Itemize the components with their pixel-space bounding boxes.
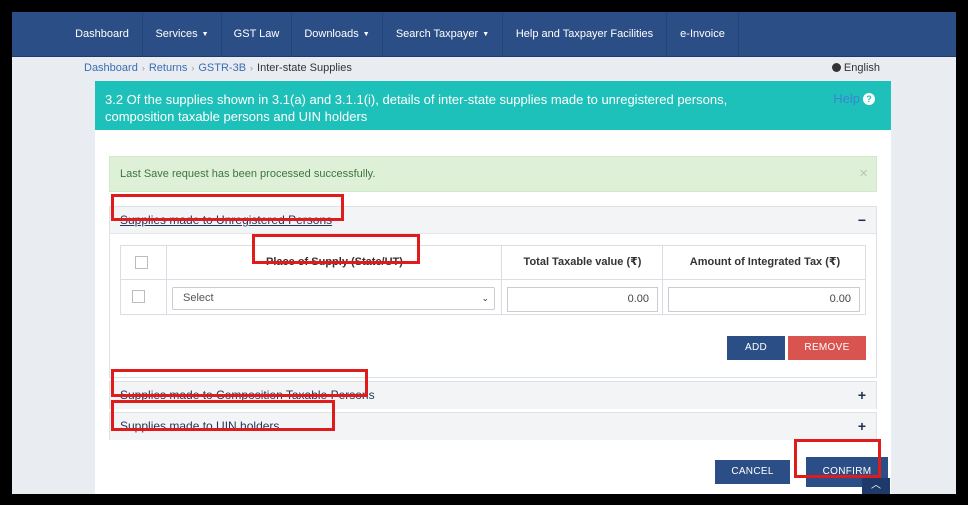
language-label: English xyxy=(843,62,880,74)
nav-label: GST Law xyxy=(233,28,280,40)
header-integrated-tax: Amount of Integrated Tax (₹) xyxy=(689,256,841,268)
nav-label: e-Invoice xyxy=(680,28,725,40)
nav-gst-law[interactable]: GST Law xyxy=(222,12,292,57)
caret-down-icon: ▼ xyxy=(362,31,370,38)
add-button[interactable]: ADD xyxy=(727,336,785,360)
help-link[interactable]: Help? xyxy=(833,91,875,106)
globe-icon xyxy=(831,63,841,72)
page-title: 3.2 Of the supplies shown in 3.1(a) and … xyxy=(105,92,728,124)
nav-label: Dashboard xyxy=(75,28,129,40)
taxable-value-input[interactable]: 0.00 xyxy=(507,287,658,312)
nav-label: Search Taxpayer xyxy=(395,28,479,40)
nav-dashboard[interactable]: Dashboard xyxy=(62,12,143,57)
plus-icon: + xyxy=(857,387,866,403)
breadcrumb-dashboard[interactable]: Dashboard xyxy=(84,62,138,74)
place-of-supply-select[interactable]: Select ⌄ xyxy=(172,287,495,310)
success-alert: Last Save request has been processed suc… xyxy=(109,156,877,192)
help-label: Help xyxy=(833,91,860,106)
breadcrumb-separator: › xyxy=(141,63,145,73)
nav-label: Downloads xyxy=(304,28,359,40)
content-card: 3.2 Of the supplies shown in 3.1(a) and … xyxy=(95,81,891,494)
alert-message: Last Save request has been processed suc… xyxy=(120,168,376,180)
select-value: Select xyxy=(183,292,214,304)
header-taxable-value: Total Taxable value (₹) xyxy=(523,256,642,268)
scroll-to-top-button[interactable]: ︿ xyxy=(862,478,890,494)
breadcrumb-returns[interactable]: Returns xyxy=(149,62,188,74)
highlight-box-composition xyxy=(111,369,368,397)
highlight-box-place-of-supply xyxy=(252,234,420,264)
cancel-button[interactable]: CANCEL xyxy=(715,460,790,484)
integrated-tax-input[interactable]: 0.00 xyxy=(668,287,860,312)
nav-downloads[interactable]: Downloads ▼ xyxy=(292,12,383,57)
breadcrumb-current: Inter-state Supplies xyxy=(257,62,352,74)
panel-unregistered-persons: Supplies made to Unregistered Persons − … xyxy=(109,206,877,378)
highlight-box-confirm xyxy=(794,439,881,478)
close-icon[interactable]: × xyxy=(859,157,868,191)
caret-down-icon: ▼ xyxy=(201,31,209,38)
breadcrumb-gstr-3b[interactable]: GSTR-3B xyxy=(198,62,246,74)
row-checkbox[interactable] xyxy=(132,290,145,303)
caret-down-icon: ▼ xyxy=(482,31,490,38)
breadcrumb-separator: › xyxy=(191,63,195,73)
nav-e-invoice[interactable]: e-Invoice xyxy=(667,12,739,57)
highlight-box-unregistered xyxy=(111,194,344,221)
nav-services[interactable]: Services ▼ xyxy=(143,12,222,57)
highlight-box-uin xyxy=(111,400,335,431)
supplies-table: Place of Supply (State/UT) Total Taxable… xyxy=(120,245,866,315)
nav-help-facilities[interactable]: Help and Taxpayer Facilities xyxy=(503,12,667,57)
language-selector[interactable]: English xyxy=(831,62,880,74)
section-header: 3.2 Of the supplies shown in 3.1(a) and … xyxy=(95,81,891,130)
table-row-divider xyxy=(121,279,865,280)
minus-icon: − xyxy=(857,212,866,228)
breadcrumb-separator: › xyxy=(250,63,254,73)
nav-label: Help and Taxpayer Facilities xyxy=(515,28,654,40)
nav-label: Services xyxy=(155,28,198,40)
breadcrumb: Dashboard › Returns › GSTR-3B › Inter-state Su… xyxy=(84,62,352,76)
remove-button[interactable]: REMOVE xyxy=(788,336,866,360)
question-circle-icon: ? xyxy=(863,93,875,105)
top-navbar: Dashboard Services ▼ GST Law Downloads ▼ S… xyxy=(12,12,956,57)
plus-icon: + xyxy=(857,418,866,434)
select-all-checkbox[interactable] xyxy=(135,256,148,269)
nav-search-taxpayer[interactable]: Search Taxpayer ▼ xyxy=(383,12,503,57)
chevron-down-icon: ⌄ xyxy=(481,293,489,303)
page-frame: Dashboard Services ▼ GST Law Downloads ▼ S… xyxy=(12,12,956,494)
